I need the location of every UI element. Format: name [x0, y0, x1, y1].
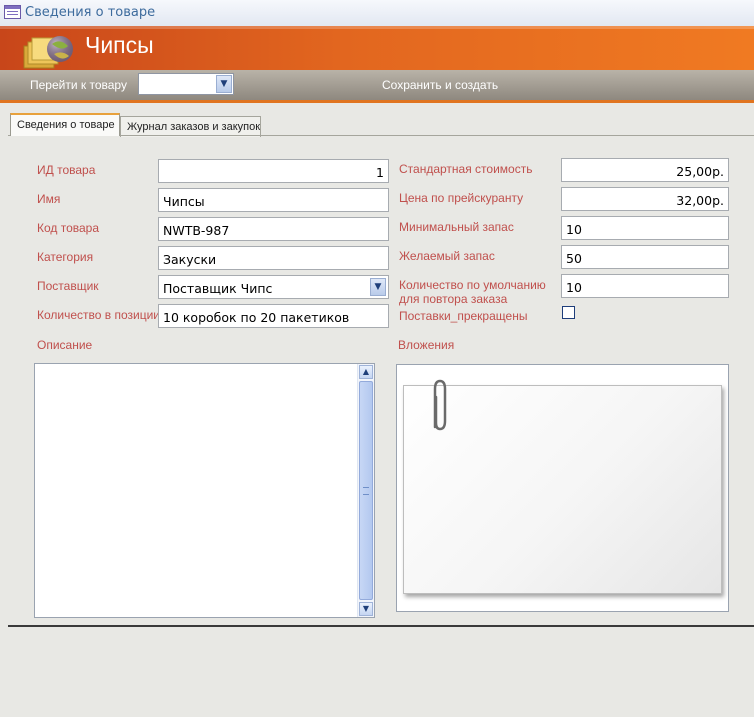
product-id-label: ИД товара [37, 163, 96, 177]
discontinued-checkbox[interactable] [562, 306, 575, 319]
product-code-label: Код товара [37, 221, 100, 235]
target-level-field[interactable]: 50 [561, 245, 729, 269]
form-icon [4, 5, 21, 19]
chevron-down-icon[interactable]: ▼ [216, 75, 232, 93]
supplier-combo[interactable]: Поставщик Чипс ▼ [158, 275, 389, 299]
quantity-per-unit-field[interactable]: 10 коробок по 20 пакетиков [158, 304, 389, 328]
panel-divider [8, 625, 754, 627]
reorder-level-field[interactable]: 10 [561, 216, 729, 240]
toolbar: Перейти к товару ▼ Сохранить и создать [0, 70, 754, 103]
goto-product-combo[interactable]: ▼ [138, 73, 234, 95]
product-code-field[interactable]: NWTB-987 [158, 217, 389, 241]
attachments-control[interactable] [396, 364, 729, 612]
scroll-thumb[interactable] [359, 381, 373, 600]
list-price-field[interactable]: 32,00р. [561, 187, 729, 211]
name-field[interactable]: Чипсы [158, 188, 389, 212]
folders-icon [23, 36, 73, 69]
description-textarea[interactable]: ▲ ▼ [34, 363, 375, 618]
scroll-up-icon[interactable]: ▲ [359, 365, 373, 379]
list-price-label: Цена по прейскуранту [399, 191, 524, 205]
name-label: Имя [37, 192, 61, 206]
category-field[interactable]: Закуски [158, 246, 389, 270]
standard-cost-field[interactable]: 25,00р. [561, 158, 729, 182]
scroll-down-icon[interactable]: ▼ [359, 602, 373, 616]
category-label: Категория [37, 250, 94, 264]
window-title: Сведения о товаре [25, 5, 156, 20]
form-header: Чипсы [0, 26, 754, 70]
title-bar: Сведения о товаре [0, 0, 754, 27]
tab-product-details[interactable]: Сведения о товаре [10, 113, 120, 136]
reorder-level-label: Минимальный запас [399, 220, 514, 234]
paperclip-icon [433, 379, 447, 431]
product-title: Чипсы [85, 32, 154, 58]
tab-order-history[interactable]: Журнал заказов и закупок [120, 116, 261, 137]
standard-cost-label: Стандартная стоимость [399, 162, 533, 176]
attachments-label: Вложения [398, 338, 455, 352]
min-reorder-qty-label-line1: Количество по умолчанию [399, 278, 546, 292]
chevron-down-icon[interactable]: ▼ [370, 278, 386, 296]
description-label: Описание [37, 338, 93, 352]
min-reorder-qty-label-line2: для повтора заказа [399, 292, 508, 306]
goto-product-label: Перейти к товару [30, 78, 127, 92]
discontinued-label: Поставки_прекращены [399, 309, 528, 323]
min-reorder-qty-field[interactable]: 10 [561, 274, 729, 298]
quantity-per-unit-label: Количество в позиции [37, 308, 161, 322]
target-level-label: Желаемый запас [399, 249, 495, 263]
save-and-new-button[interactable]: Сохранить и создать [382, 78, 498, 92]
product-id-field[interactable]: 1 [158, 159, 389, 183]
supplier-value: Поставщик Чипс [163, 281, 273, 296]
supplier-label: Поставщик [37, 279, 99, 293]
description-scrollbar[interactable]: ▲ ▼ [357, 364, 374, 617]
